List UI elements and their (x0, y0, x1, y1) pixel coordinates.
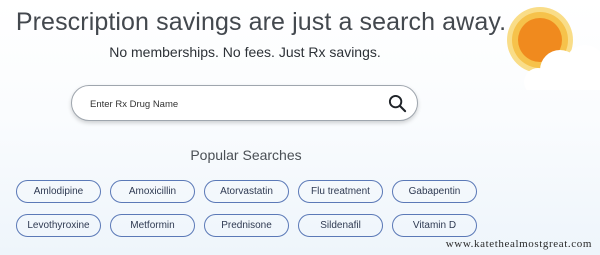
popular-search-levothyroxine[interactable]: Levothyroxine (16, 214, 101, 237)
drug-search-box[interactable] (71, 85, 418, 121)
popular-search-atorvastatin[interactable]: Atorvastatin (204, 180, 289, 203)
page-headline: Prescription savings are just a search a… (15, 8, 507, 36)
drug-search-input[interactable] (88, 94, 382, 114)
popular-search-metformin[interactable]: Metformin (110, 214, 195, 237)
popular-search-sildenafil[interactable]: Sildenafil (298, 214, 383, 237)
popular-search-flu-treatment[interactable]: Flu treatment (298, 180, 383, 203)
popular-search-gabapentin[interactable]: Gabapentin (392, 180, 477, 203)
search-icon[interactable] (388, 94, 407, 113)
popular-searches-title: Popular Searches (190, 147, 302, 163)
page-subheadline: No memberships. No fees. Just Rx savings… (109, 44, 381, 60)
popular-search-prednisone[interactable]: Prednisone (204, 214, 289, 237)
site-watermark: www.katethealmostgreat.com (445, 238, 592, 250)
popular-search-vitamin-d[interactable]: Vitamin D (392, 214, 477, 237)
sun-cloud-illustration (507, 7, 600, 90)
popular-search-amoxicillin[interactable]: Amoxicillin (110, 180, 195, 203)
popular-search-amlodipine[interactable]: Amlodipine (16, 180, 101, 203)
